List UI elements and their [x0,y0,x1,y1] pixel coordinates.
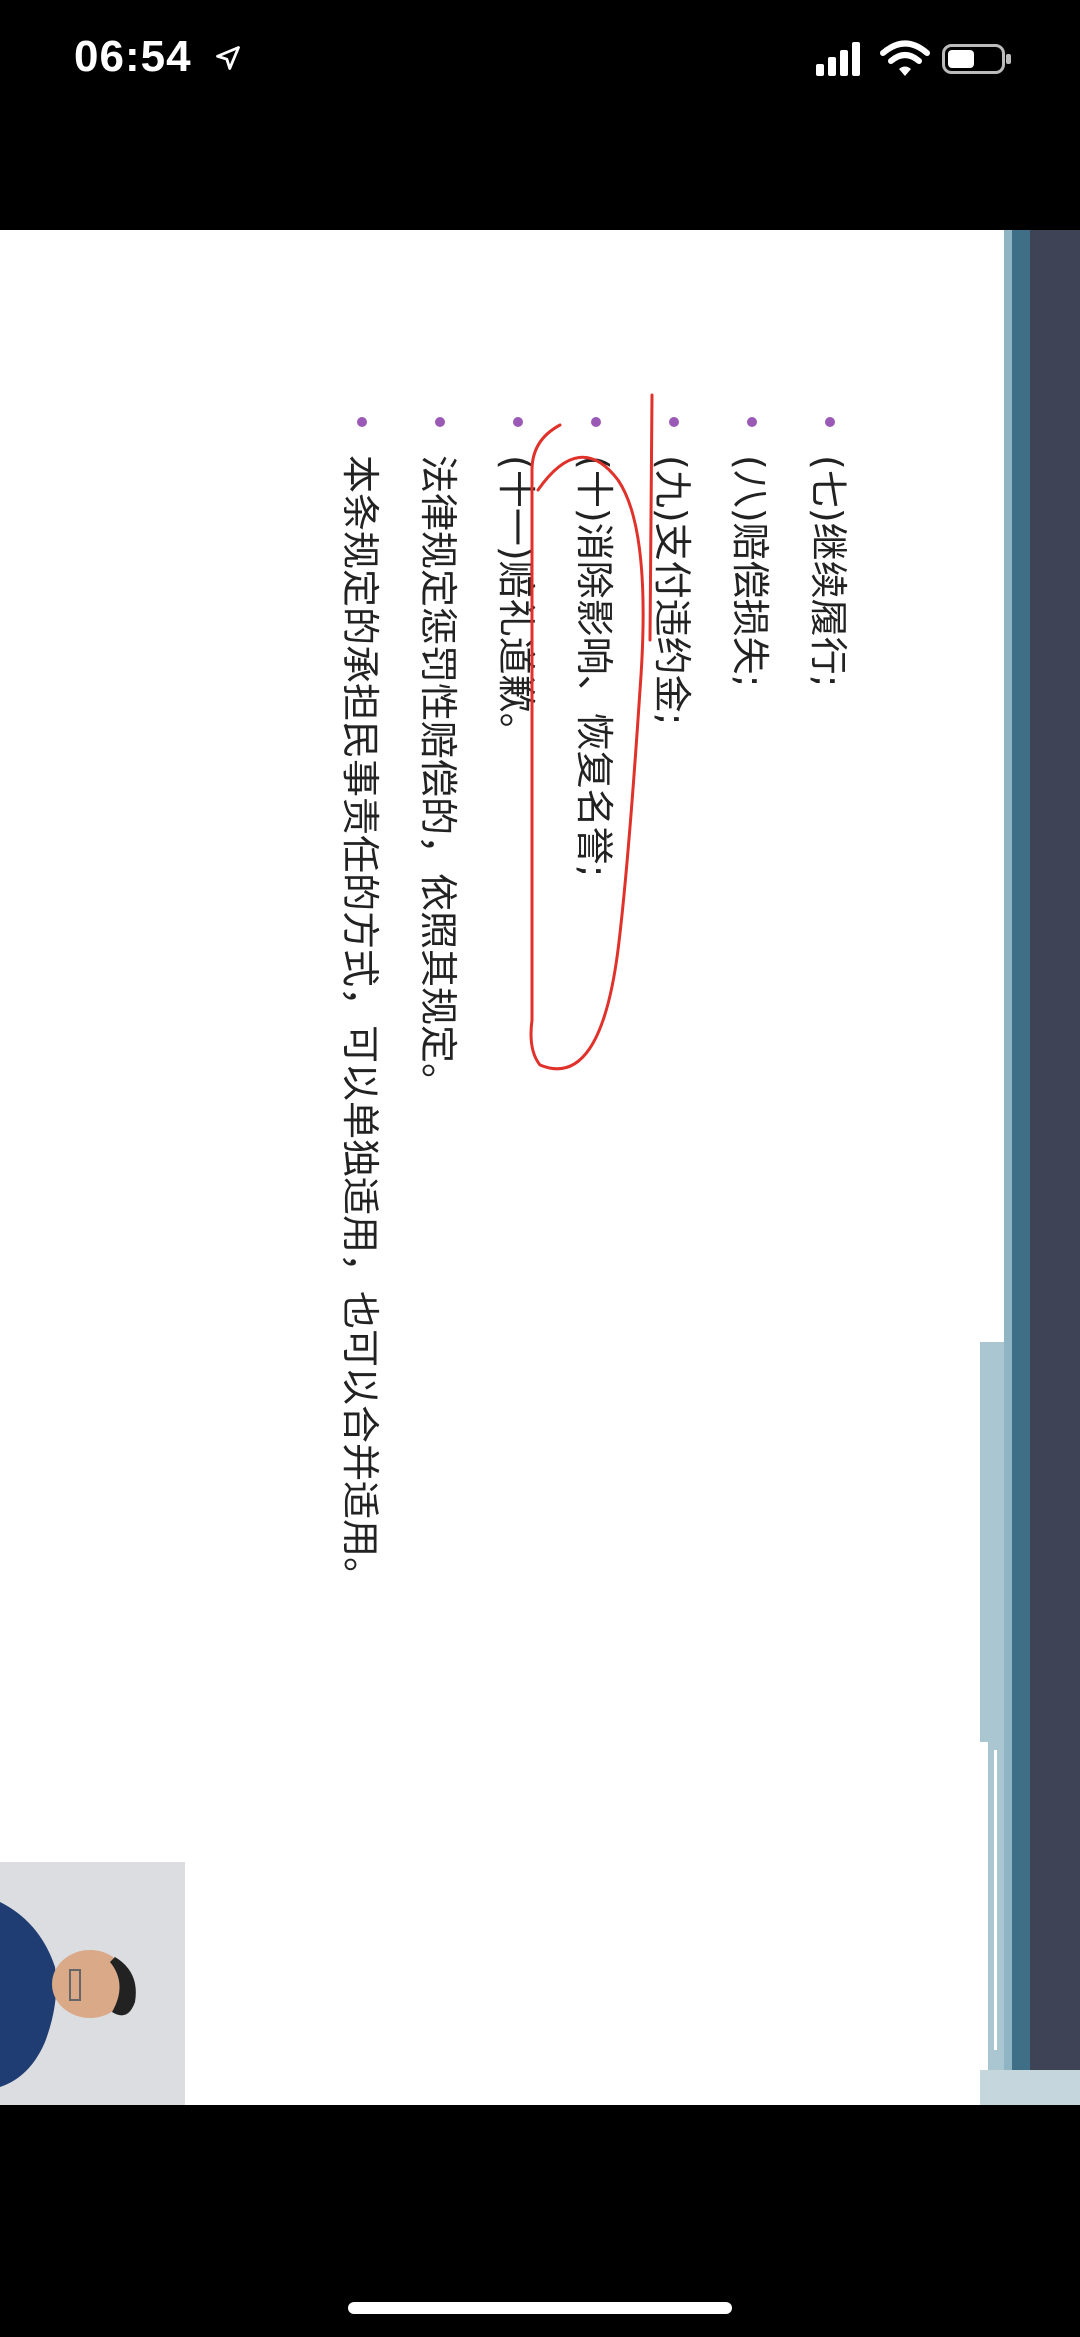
red-pen-annotation [529,393,654,1071]
cellular-signal-icon [816,42,860,76]
wifi-icon [880,40,930,76]
home-indicator[interactable] [348,2302,732,2314]
presenter-figure [0,1862,185,2105]
status-time: 06:54 [74,32,192,81]
slide-viewer[interactable]: (七)继续履行; (八)赔偿损失; (九)支付违约金; (十)消除影响、恢复名誉… [0,230,1080,2105]
status-bar: 06:54 [0,0,1080,130]
presenter-video-thumbnail[interactable] [0,1862,185,2105]
location-arrow-icon [216,46,240,70]
battery-icon [942,44,1011,74]
